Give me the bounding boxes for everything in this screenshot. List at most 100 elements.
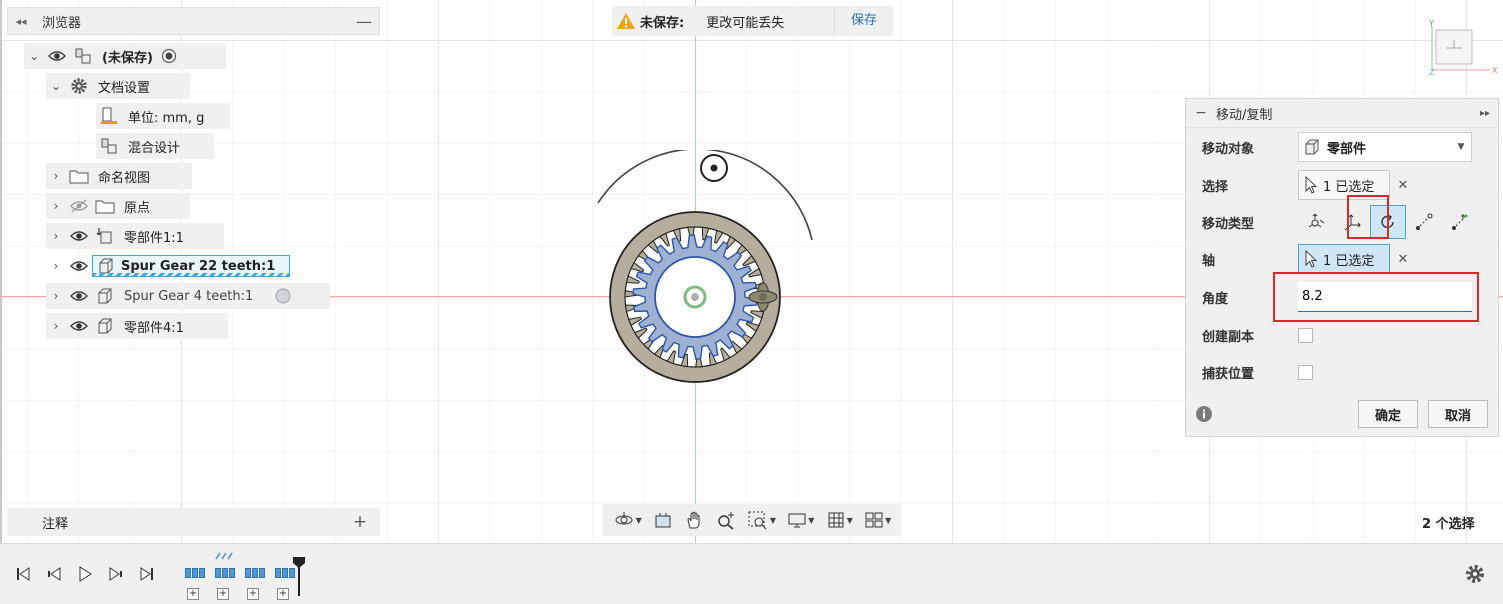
gear-icon xyxy=(66,76,92,96)
timeline-settings-gear-icon[interactable] xyxy=(1464,563,1486,585)
pan-hand-icon[interactable] xyxy=(684,510,704,530)
unsaved-label: 未保存: xyxy=(640,15,685,31)
origin-center xyxy=(691,293,699,301)
chevron-right-icon[interactable]: › xyxy=(46,319,66,333)
collapse-panel-icon[interactable]: ◂◂ xyxy=(8,15,34,28)
grid-snap-icon[interactable]: ▼ xyxy=(826,510,853,530)
minimize-panel-button[interactable]: — xyxy=(349,12,379,31)
axis-selection-button[interactable]: 1 已选定 xyxy=(1298,244,1390,274)
tree-item-spur-gear-22[interactable]: › Spur Gear 22 teeth:1 xyxy=(46,253,306,279)
gear-model[interactable] xyxy=(560,150,840,390)
cursor-arrow-icon xyxy=(1305,250,1317,268)
expand-dialog-icon[interactable]: ▸▸ xyxy=(1472,108,1498,119)
activate-radio-icon[interactable] xyxy=(275,288,291,304)
ok-button[interactable]: 确定 xyxy=(1357,400,1418,428)
save-button[interactable]: 保存 xyxy=(833,6,893,36)
cancel-button[interactable]: 取消 xyxy=(1427,400,1488,428)
timeline-marker-handle[interactable] xyxy=(292,556,306,596)
collapse-dialog-icon[interactable]: − xyxy=(1186,105,1216,121)
tree-item-document-settings[interactable]: ⌄ 文档设置 xyxy=(46,73,190,99)
chevron-right-icon[interactable]: › xyxy=(46,229,66,243)
go-to-start-icon[interactable] xyxy=(13,564,33,584)
tree-item-label: 文档设置 xyxy=(98,80,151,96)
eye-icon[interactable] xyxy=(66,260,92,272)
svg-text:Y: Y xyxy=(1428,19,1434,28)
orbit-icon[interactable]: ▼ xyxy=(613,510,642,530)
selection-underline xyxy=(93,273,290,277)
timeline-bar: + + + + xyxy=(0,543,1503,604)
add-note-button[interactable]: + xyxy=(340,512,380,532)
move-object-dropdown[interactable]: 零部件 ▼ xyxy=(1298,132,1472,162)
unsaved-banner: 未保存: 更改可能丢失 保存 xyxy=(612,6,893,36)
free-move-icon[interactable] xyxy=(1298,205,1334,239)
eye-icon[interactable] xyxy=(66,320,92,332)
selection-row: 选择 1 已选定 ✕ xyxy=(1186,168,1498,202)
clear-axis-button[interactable]: ✕ xyxy=(1390,252,1416,267)
play-icon[interactable] xyxy=(75,564,95,584)
eye-hidden-icon[interactable] xyxy=(66,199,92,213)
tree-item-named-views[interactable]: › 命名视图 xyxy=(46,163,192,189)
chevron-right-icon[interactable]: › xyxy=(46,289,66,303)
tree-item-label: Spur Gear 4 teeth:1 xyxy=(124,288,254,304)
browser-panel-header: ◂◂ 浏览器 — xyxy=(7,7,380,35)
left-edge-divider xyxy=(0,0,2,543)
tree-item-units[interactable]: 单位: mm, g xyxy=(96,103,230,129)
rotate-icon[interactable] xyxy=(1370,205,1406,239)
axis-label: 轴 xyxy=(1202,253,1216,269)
angle-row: 角度 xyxy=(1186,280,1498,314)
tree-item-root[interactable]: ⌄ (未保存) xyxy=(24,43,226,69)
clear-selection-button[interactable]: ✕ xyxy=(1390,178,1416,193)
selected-component-highlight[interactable]: Spur Gear 22 teeth:1 xyxy=(92,255,291,277)
expand-feature-icon[interactable]: + xyxy=(217,588,229,600)
dialog-title: 移动/复制 xyxy=(1216,107,1273,123)
timeline-feature-1[interactable] xyxy=(185,568,205,578)
step-back-icon[interactable] xyxy=(44,564,64,584)
angle-input[interactable] xyxy=(1298,282,1472,312)
tree-item-component-4[interactable]: › 零部件4:1 xyxy=(46,313,228,339)
expand-feature-icon[interactable]: + xyxy=(277,588,289,600)
info-icon[interactable] xyxy=(1186,405,1222,423)
timeline-feature-3[interactable] xyxy=(245,568,265,578)
timeline-feature-2[interactable] xyxy=(215,568,235,578)
chevron-right-icon[interactable]: › xyxy=(46,169,66,183)
expand-feature-icon[interactable]: + xyxy=(247,588,259,600)
chevron-down-icon[interactable]: ⌄ xyxy=(46,79,66,93)
capture-position-row: 捕获位置 xyxy=(1186,355,1498,389)
translate-icon[interactable] xyxy=(1334,205,1370,239)
selection-button[interactable]: 1 已选定 xyxy=(1298,170,1390,200)
eye-icon[interactable] xyxy=(66,230,92,242)
capture-position-checkbox[interactable] xyxy=(1298,364,1313,380)
tree-item-label: 单位: mm, g xyxy=(128,110,205,126)
point-to-position-icon[interactable] xyxy=(1442,205,1478,239)
look-at-icon[interactable] xyxy=(653,510,673,530)
display-settings-icon[interactable]: ▼ xyxy=(787,510,814,530)
folder-icon xyxy=(92,198,118,214)
chevron-down-icon[interactable]: ⌄ xyxy=(24,49,44,63)
notes-panel-header[interactable]: 注释 + xyxy=(7,508,380,536)
eye-icon[interactable] xyxy=(66,290,92,302)
step-forward-icon[interactable] xyxy=(106,564,126,584)
tree-item-spur-gear-4[interactable]: › Spur Gear 4 teeth:1 xyxy=(46,283,330,309)
tree-item-hybrid-design[interactable]: 混合设计 xyxy=(96,133,214,159)
tree-item-origin[interactable]: › 原点 xyxy=(46,193,190,219)
dropdown-arrow-icon: ▼ xyxy=(1457,142,1465,152)
point-to-point-icon[interactable] xyxy=(1406,205,1442,239)
chevron-right-icon[interactable]: › xyxy=(46,199,66,213)
tree-item-component-1[interactable]: › 零部件1:1 xyxy=(46,223,224,249)
component-icon xyxy=(92,287,118,305)
view-cube[interactable]: Y X Z xyxy=(1424,18,1500,78)
dialog-footer: 确定 取消 xyxy=(1186,397,1498,431)
zoom-window-icon[interactable]: ▼ xyxy=(747,510,776,530)
component-icon xyxy=(70,47,96,65)
zoom-icon[interactable] xyxy=(716,510,736,530)
expand-feature-icon[interactable]: + xyxy=(187,588,199,600)
capture-position-label: 捕获位置 xyxy=(1202,366,1255,382)
eye-icon[interactable] xyxy=(44,50,70,62)
create-copy-checkbox[interactable] xyxy=(1298,327,1313,343)
tree-item-label: Spur Gear 22 teeth:1 xyxy=(121,258,276,274)
viewports-icon[interactable]: ▼ xyxy=(864,510,891,530)
angle-label: 角度 xyxy=(1202,291,1229,307)
go-to-end-icon[interactable] xyxy=(137,564,157,584)
active-component-radio-icon[interactable] xyxy=(161,48,177,64)
chevron-right-icon[interactable]: › xyxy=(46,259,66,273)
